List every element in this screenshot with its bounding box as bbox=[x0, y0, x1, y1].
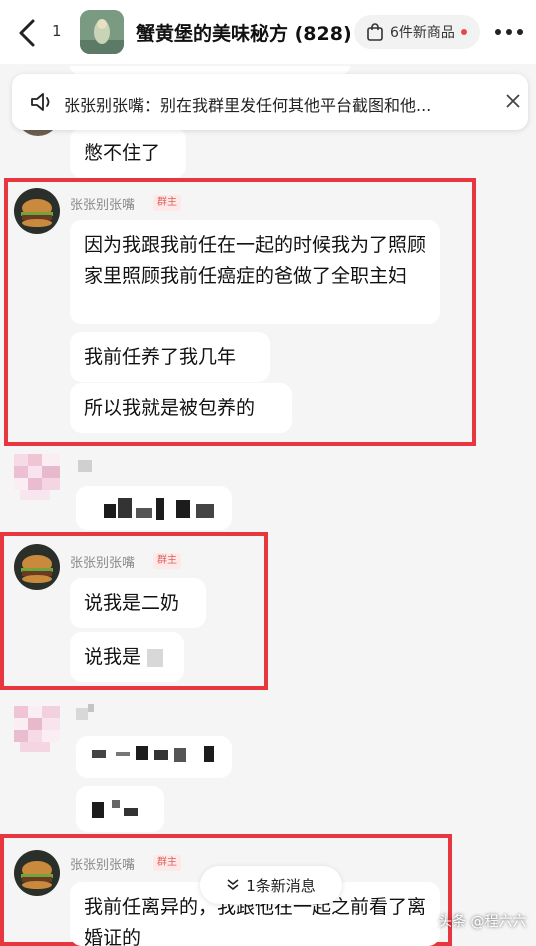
message-text: 所以我就是被包养的 bbox=[84, 397, 256, 419]
speaker-icon bbox=[31, 93, 50, 111]
blurred-bubble bbox=[76, 786, 164, 832]
chat-bubble: 说我是 bbox=[70, 632, 184, 682]
owner-badge: 群主 bbox=[153, 855, 181, 871]
sender-name: 张张别张嘴 bbox=[70, 198, 136, 213]
message-text: 因为我跟我前任在一起的时候我为了照顾家里照顾我前任癌症的爸做了全职主妇 bbox=[84, 234, 427, 287]
blurred-text bbox=[136, 508, 152, 518]
sender-name: 张张别张嘴 bbox=[70, 556, 136, 571]
group-title: 蟹黄堡的美味秘方 (828) bbox=[136, 23, 352, 45]
chat-bubble: 我前任养了我几年 bbox=[70, 332, 270, 382]
more-icon[interactable] bbox=[494, 28, 524, 36]
sender-name: 张张别张嘴 bbox=[70, 858, 136, 873]
message-text: 憋不住了 bbox=[84, 142, 161, 164]
blurred-name bbox=[78, 460, 92, 472]
blurred-text bbox=[116, 752, 130, 756]
blurred-text bbox=[124, 808, 138, 816]
blurred-avatar[interactable] bbox=[14, 454, 60, 500]
new-messages-label: 1条新消息 bbox=[246, 876, 316, 895]
blurred-name bbox=[88, 704, 94, 712]
chat-bubble: 憋不住了 bbox=[70, 128, 186, 178]
watermark: 头条 @程六六 bbox=[438, 914, 527, 930]
blurred-text bbox=[136, 746, 148, 760]
chat-bubble: 所以我就是被包养的 bbox=[70, 383, 292, 433]
chat-header: 1 蟹黄堡的美味秘方 (828) 6件新商品 bbox=[0, 0, 536, 64]
blurred-text bbox=[154, 750, 168, 760]
chat-bubble: 说我是二奶 bbox=[70, 578, 206, 628]
message-text: 说我是二奶 bbox=[84, 592, 180, 614]
group-announcement[interactable]: 张张别张嘴：别在我群里发任何其他平台截图和他... bbox=[12, 74, 528, 130]
blurred-text bbox=[112, 800, 120, 808]
sender-avatar[interactable] bbox=[14, 850, 60, 896]
sender-avatar[interactable] bbox=[14, 544, 60, 590]
owner-badge: 群主 bbox=[153, 553, 181, 569]
close-icon[interactable] bbox=[504, 92, 522, 110]
message-text: 说我是 bbox=[84, 646, 142, 668]
blurred-text bbox=[92, 802, 104, 818]
new-goods-label: 6件新商品 bbox=[390, 25, 455, 41]
chat-bubble bbox=[70, 66, 350, 74]
blurred-avatar[interactable] bbox=[14, 706, 60, 752]
chat-bubble: 因为我跟我前任在一起的时候我为了照顾家里照顾我前任癌症的爸做了全职主妇 bbox=[70, 220, 440, 324]
back-arrow-icon[interactable] bbox=[16, 18, 38, 48]
blurred-word bbox=[147, 648, 164, 667]
unread-dot bbox=[460, 29, 467, 35]
blurred-text bbox=[204, 746, 214, 762]
blurred-name bbox=[76, 708, 88, 720]
blurred-text bbox=[174, 748, 186, 762]
message-text: 我前任养了我几年 bbox=[84, 346, 237, 368]
blurred-text bbox=[118, 498, 132, 518]
announcement-text: 张张别张嘴：别在我群里发任何其他平台截图和他... bbox=[64, 96, 432, 115]
unread-count: 1 bbox=[52, 22, 62, 40]
sender-avatar[interactable] bbox=[14, 188, 60, 234]
blurred-text bbox=[92, 750, 106, 758]
chat-message-list[interactable]: 憋不住了 张张别张嘴 群主 因为我跟我前任在一起的时候我为了照顾家里照顾我前任癌… bbox=[0, 64, 536, 946]
new-goods-button[interactable]: 6件新商品 bbox=[354, 15, 480, 49]
blurred-text bbox=[196, 504, 214, 518]
blurred-text bbox=[176, 500, 190, 518]
shopping-bag-icon bbox=[367, 23, 383, 41]
new-messages-button[interactable]: 1条新消息 bbox=[200, 866, 342, 904]
owner-badge: 群主 bbox=[153, 195, 181, 211]
blurred-text bbox=[156, 498, 164, 520]
blurred-text bbox=[104, 504, 116, 518]
group-avatar[interactable] bbox=[80, 10, 124, 54]
double-chevron-down-icon bbox=[227, 879, 239, 891]
